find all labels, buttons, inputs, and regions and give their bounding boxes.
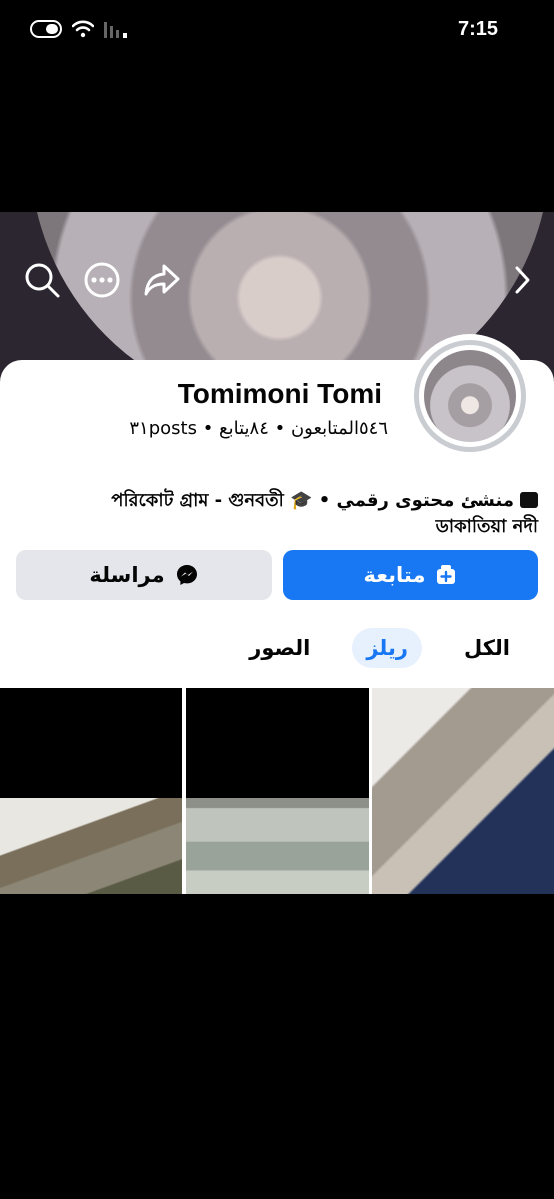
avatar-image [424, 350, 516, 442]
clock: 7:15 [457, 18, 498, 40]
search-icon[interactable] [22, 260, 62, 300]
chevron-right-icon[interactable] [508, 260, 536, 300]
message-label: مراسلة [89, 563, 165, 587]
avatar[interactable] [408, 334, 532, 458]
tab-all[interactable]: الكل [450, 628, 524, 668]
reel-image [0, 798, 182, 894]
content-tabs: الكل ريلز الصور [235, 628, 524, 668]
story-ring [414, 340, 526, 452]
reel-thumbnail[interactable] [0, 688, 182, 894]
signal-icon [104, 22, 127, 38]
status-bar: 7:15 [0, 0, 554, 60]
reel-image [186, 798, 369, 894]
messenger-icon [176, 565, 197, 585]
tab-photos[interactable]: الصور [235, 628, 324, 668]
video-icon [520, 492, 538, 508]
wifi-icon [72, 20, 94, 38]
toggle-icon [30, 20, 62, 38]
bio-text-1: منشئ محتوى رقمي • 🎓 পরিকোট গ্রাম - গুনবত… [111, 490, 514, 511]
more-icon[interactable] [82, 260, 122, 300]
profile-stats[interactable]: ٥٤٦المتابعون • ٨٤يتابع • ٣١posts [129, 418, 388, 439]
share-icon[interactable] [142, 260, 182, 300]
message-button[interactable]: مراسلة [16, 550, 272, 600]
follow-label: متابعة [363, 563, 426, 587]
reels-grid [0, 688, 554, 894]
status-icons [30, 20, 130, 38]
follow-button[interactable]: متابعة [283, 550, 538, 600]
follow-icon [437, 565, 456, 584]
bio-line-2: ডাকাতিয়া নদী [435, 516, 538, 537]
reel-thumbnail[interactable] [186, 688, 369, 894]
tab-reels[interactable]: ريلز [352, 628, 422, 668]
reel-thumbnail[interactable] [372, 688, 554, 894]
profile-name: Tomimoni Tomi [177, 378, 382, 409]
reel-image [372, 688, 554, 894]
